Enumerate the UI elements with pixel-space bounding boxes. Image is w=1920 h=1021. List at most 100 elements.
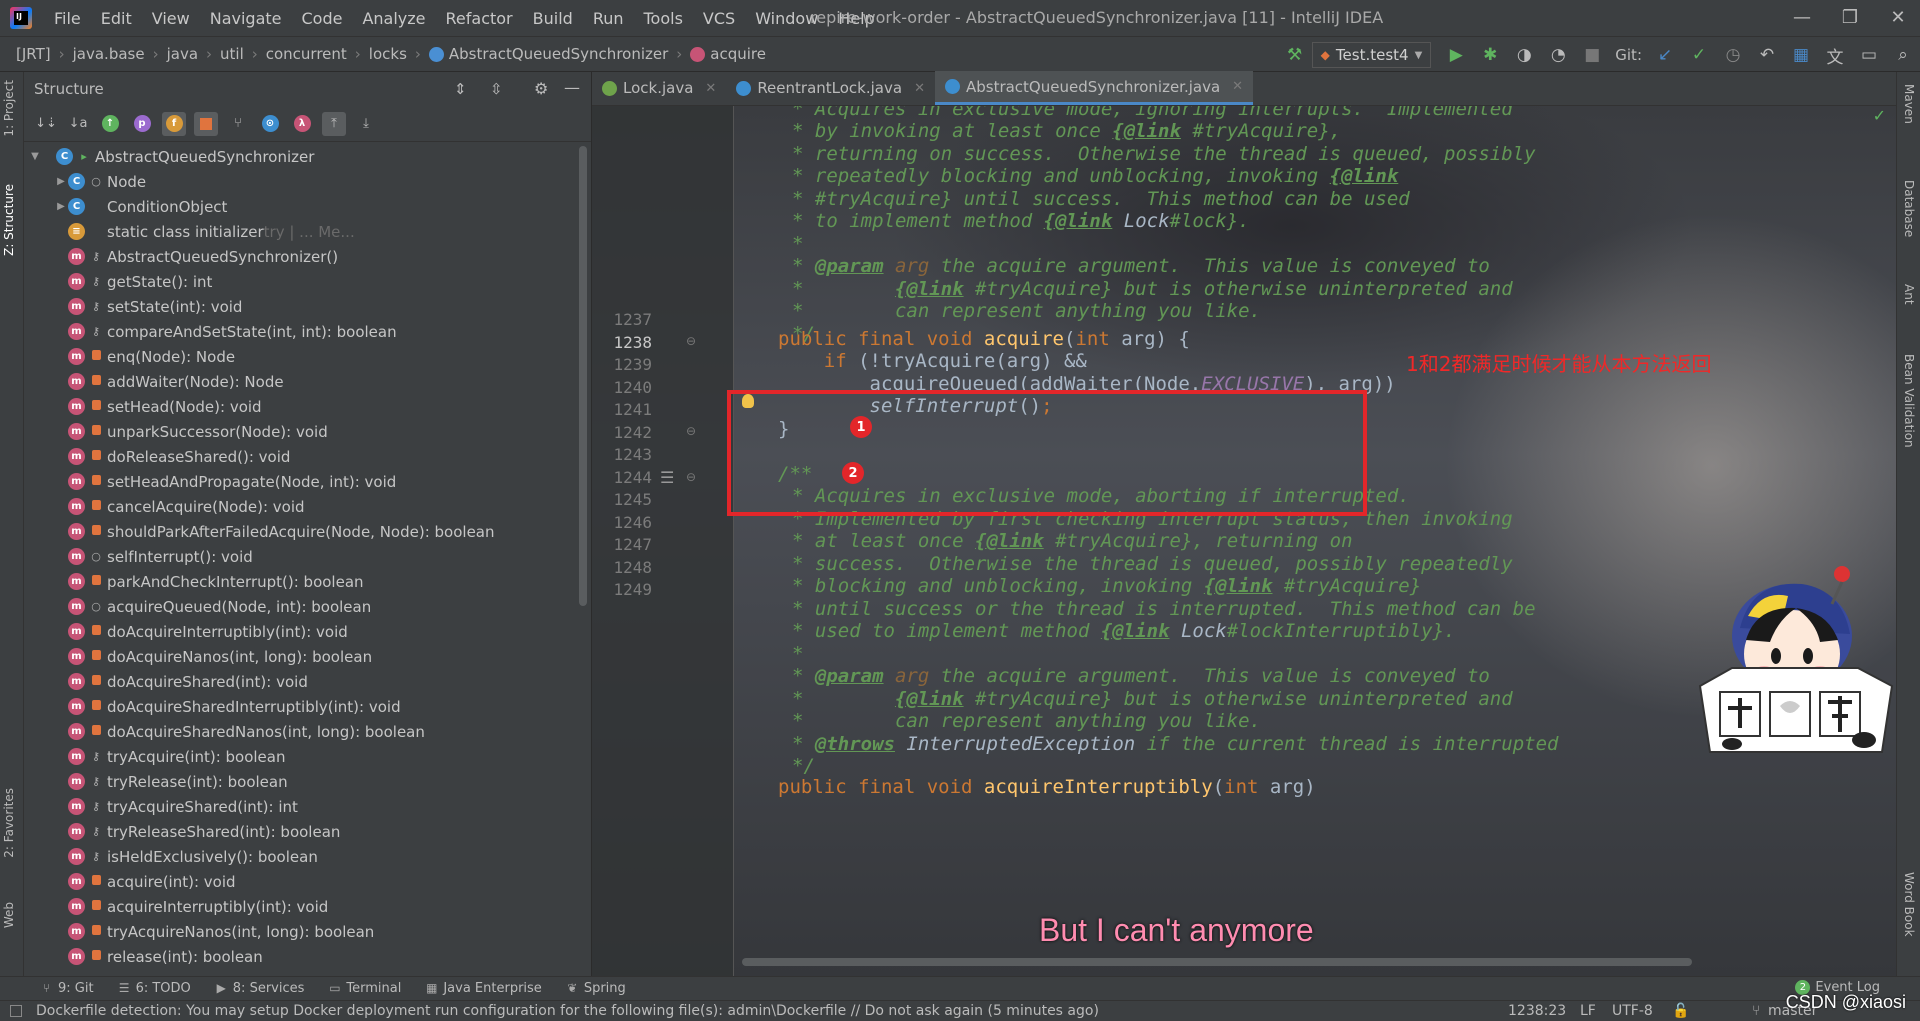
project-structure-icon[interactable]: ▦: [1787, 41, 1815, 69]
profile-icon[interactable]: ◔: [1544, 41, 1572, 69]
tree-item[interactable]: m shouldParkAfterFailedAcquire(Node, Node…: [24, 519, 591, 544]
breadcrumb-item[interactable]: java.base: [69, 45, 149, 63]
tree-item[interactable]: m setHead(Node): void: [24, 394, 591, 419]
tab-word-book[interactable]: Word Book: [1902, 872, 1916, 937]
breadcrumb-item[interactable]: locks: [365, 45, 411, 63]
tree-item[interactable]: m acquire(int): void: [24, 869, 591, 894]
tree-item[interactable]: m doAcquireShared(int): void: [24, 669, 591, 694]
tree-item[interactable]: m tryAcquireNanos(int, long): boolean: [24, 919, 591, 944]
menu-file[interactable]: File: [44, 9, 91, 28]
file-encoding[interactable]: UTF-8: [1612, 1003, 1653, 1019]
tree-item[interactable]: m ⚷ tryAcquire(int): boolean: [24, 744, 591, 769]
close-tab-icon[interactable]: ✕: [914, 81, 925, 96]
tab-favorites[interactable]: 2: Favorites: [2, 788, 16, 858]
debug-icon[interactable]: ✱: [1476, 41, 1504, 69]
breadcrumb-item[interactable]: AbstractQueuedSynchronizer: [425, 45, 672, 63]
build-hammer-icon[interactable]: ⚒: [1281, 41, 1309, 69]
tree-item[interactable]: m ⚷ getState(): int: [24, 269, 591, 294]
doc-render-icon[interactable]: ☰: [660, 468, 674, 487]
menu-build[interactable]: Build: [523, 9, 583, 28]
search-icon[interactable]: ⌕: [1889, 41, 1917, 69]
tab-structure[interactable]: Z: Structure: [2, 184, 16, 256]
tree-item[interactable]: m enq(Node): Node: [24, 344, 591, 369]
git-history-icon[interactable]: ◷: [1719, 41, 1747, 69]
tool-tab-git[interactable]: ⑂ 9: Git: [30, 981, 108, 996]
git-commit-icon[interactable]: ✓: [1685, 41, 1713, 69]
stop-icon[interactable]: ■: [1578, 41, 1606, 69]
expand-all-icon[interactable]: ⇕: [454, 80, 467, 98]
close-tab-icon[interactable]: ✕: [705, 81, 716, 96]
run-icon[interactable]: ▶: [1442, 41, 1470, 69]
caret-position[interactable]: 1238:23: [1508, 1003, 1566, 1019]
editor-tab[interactable]: AbstractQueuedSynchronizer.java ✕: [934, 71, 1254, 105]
structure-scrollbar[interactable]: [579, 146, 587, 606]
tree-item[interactable]: m acquireInterruptibly(int): void: [24, 894, 591, 919]
show-non-public-icon[interactable]: [194, 111, 218, 136]
tree-item[interactable]: m unparkSuccessor(Node): void: [24, 419, 591, 444]
fold-marker-icon[interactable]: ⊖: [686, 334, 696, 348]
show-properties-icon[interactable]: p: [130, 112, 154, 136]
git-rollback-icon[interactable]: ↶: [1753, 41, 1781, 69]
tab-maven[interactable]: Maven: [1902, 84, 1916, 124]
tree-item[interactable]: m ⚷ compareAndSetState(int, int): boolean: [24, 319, 591, 344]
hide-panel-icon[interactable]: —: [564, 78, 580, 97]
menu-analyze[interactable]: Analyze: [352, 9, 435, 28]
breadcrumb-item[interactable]: acquire: [686, 45, 770, 63]
tool-tab-todo[interactable]: ☰ 6: TODO: [108, 981, 205, 996]
tree-item[interactable]: m ○ acquireQueued(Node, int): boolean: [24, 594, 591, 619]
tree-item[interactable]: m cancelAcquire(Node): void: [24, 494, 591, 519]
editor-tab[interactable]: ReentrantLock.java ✕: [726, 71, 935, 105]
tree-item[interactable]: ≡ static class initializer try | ... Me..…: [24, 219, 591, 244]
tree-root[interactable]: ▼ C ▸ AbstractQueuedSynchronizer: [24, 144, 591, 169]
tree-item[interactable]: m parkAndCheckInterrupt(): boolean: [24, 569, 591, 594]
tree-item[interactable]: m doAcquireNanos(int, long): boolean: [24, 644, 591, 669]
coverage-icon[interactable]: ◑: [1510, 41, 1538, 69]
menu-tools[interactable]: Tools: [634, 9, 693, 28]
menu-navigate[interactable]: Navigate: [200, 9, 292, 28]
collapsed-arrow-icon[interactable]: ▶: [54, 201, 68, 212]
fold-marker-icon[interactable]: ⊖: [686, 470, 696, 484]
tree-item[interactable]: m doAcquireSharedInterruptibly(int): void: [24, 694, 591, 719]
tree-item[interactable]: ▶ C ○ Node: [24, 169, 591, 194]
menu-vcs[interactable]: VCS: [693, 9, 745, 28]
tab-database[interactable]: Database: [1902, 180, 1916, 237]
tree-item[interactable]: m release(int): boolean: [24, 944, 591, 969]
breadcrumb-item[interactable]: java: [163, 45, 202, 63]
run-configuration-select[interactable]: ◆ Test.test4 ▼: [1311, 42, 1432, 68]
minimize-icon[interactable]: —: [1780, 4, 1824, 32]
breadcrumb-item[interactable]: [JRT]: [12, 45, 55, 63]
layout-icon[interactable]: ▭: [1855, 41, 1883, 69]
breadcrumb-item[interactable]: util: [216, 45, 248, 63]
line-separator[interactable]: LF: [1580, 1003, 1596, 1019]
tab-project[interactable]: 1: Project: [2, 80, 16, 137]
close-icon[interactable]: ✕: [1876, 4, 1920, 32]
show-anonymous-icon[interactable]: ⊙: [258, 112, 282, 136]
tool-tab-spring[interactable]: ❦ Spring: [556, 981, 640, 996]
tree-item[interactable]: m doAcquireSharedNanos(int, long): boolea…: [24, 719, 591, 744]
restore-icon[interactable]: ❐: [1828, 4, 1872, 32]
collapsed-arrow-icon[interactable]: ▶: [54, 176, 68, 187]
collapse-all-icon[interactable]: ⇳: [490, 80, 503, 98]
git-update-icon[interactable]: ↙: [1651, 41, 1679, 69]
tool-tab-java-enterprise[interactable]: ▦ Java Enterprise: [415, 981, 555, 996]
tree-item[interactable]: m ⚷ isHeldExclusively(): boolean: [24, 844, 591, 869]
tree-item[interactable]: m doAcquireInterruptibly(int): void: [24, 619, 591, 644]
tree-item[interactable]: m ⚷ tryRelease(int): boolean: [24, 769, 591, 794]
show-fields-icon[interactable]: f: [162, 111, 186, 136]
gear-icon[interactable]: ⚙: [534, 79, 548, 98]
status-toggle-icon[interactable]: [10, 1005, 22, 1017]
fold-marker-icon[interactable]: ⊖: [686, 424, 696, 438]
translate-icon[interactable]: 文: [1821, 41, 1849, 69]
menu-view[interactable]: View: [142, 9, 200, 28]
tool-tab-terminal[interactable]: ▭ Terminal: [318, 981, 415, 996]
menu-refactor[interactable]: Refactor: [436, 9, 523, 28]
show-lambdas-filter-icon[interactable]: ⑂: [226, 112, 250, 136]
tree-item[interactable]: m ⚷ setState(int): void: [24, 294, 591, 319]
breadcrumb-item[interactable]: concurrent: [262, 45, 351, 63]
sort-visibility-icon[interactable]: ↓⇣: [34, 112, 58, 136]
menu-edit[interactable]: Edit: [91, 9, 142, 28]
autoscroll-from-source-icon[interactable]: ⤓: [354, 112, 378, 136]
tree-item[interactable]: m doReleaseShared(): void: [24, 444, 591, 469]
tab-web[interactable]: Web: [2, 902, 16, 928]
tab-ant[interactable]: Ant: [1902, 284, 1916, 305]
